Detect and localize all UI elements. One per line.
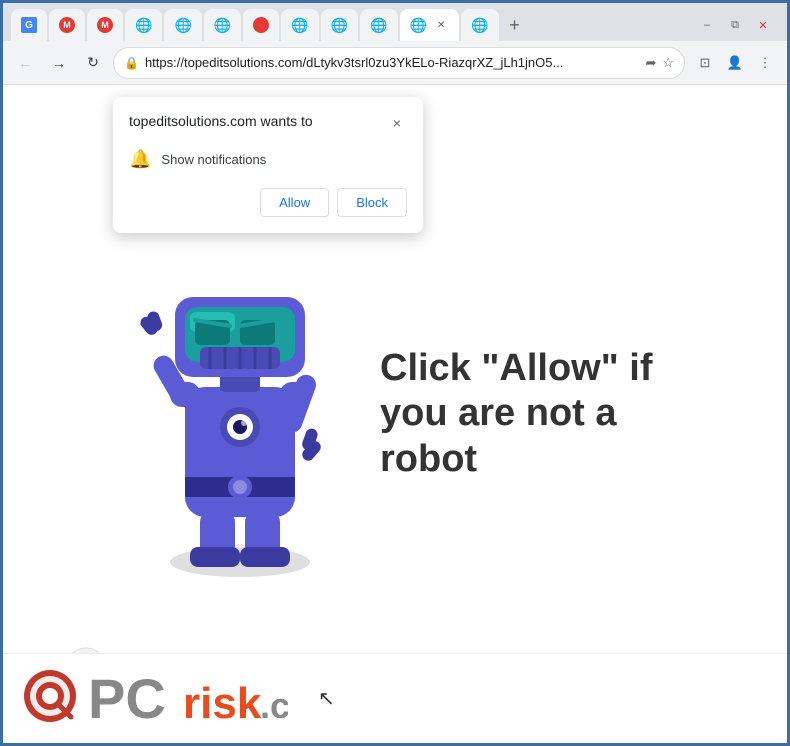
- share-icon[interactable]: ➦: [645, 55, 656, 71]
- bell-icon: 🔔: [129, 149, 151, 170]
- robot-container: Click "Allow" if you are not a robot: [130, 242, 660, 587]
- new-tab-button[interactable]: +: [501, 11, 529, 39]
- allow-button[interactable]: Allow: [260, 188, 329, 217]
- tab-red[interactable]: [243, 9, 279, 41]
- globe-icon-4: 🌐: [291, 17, 308, 34]
- tab-active[interactable]: 🌐 ✕: [400, 9, 459, 41]
- popup-buttons: Allow Block: [129, 188, 407, 217]
- forward-button[interactable]: →: [45, 49, 73, 77]
- tab-m2[interactable]: M: [87, 9, 123, 41]
- popup-permission-row: 🔔 Show notifications: [129, 145, 407, 174]
- pcrisk-footer: PC risk .com ↖: [3, 653, 787, 743]
- globe-icon-7: 🌐: [471, 17, 488, 34]
- globe-icon-5: 🌐: [331, 17, 348, 34]
- popup-close-button[interactable]: ×: [387, 113, 407, 133]
- popup-title: topeditsolutions.com wants to: [129, 113, 313, 129]
- tab-globe2[interactable]: 🌐: [164, 9, 201, 41]
- tab-globe6[interactable]: 🌐: [360, 9, 397, 41]
- url-text: https://topeditsolutions.com/dLtykv3tsrl…: [145, 55, 639, 70]
- tab-close-active[interactable]: ✕: [433, 17, 449, 33]
- tab-globe5[interactable]: 🌐: [321, 9, 358, 41]
- globe-icon-2: 🌐: [174, 17, 191, 34]
- captcha-text: Click "Allow" if you are not a robot: [380, 346, 660, 483]
- tab-google[interactable]: G: [11, 9, 47, 41]
- globe-icon-3: 🌐: [214, 17, 231, 34]
- cast-button[interactable]: ⊡: [691, 49, 719, 77]
- tab-globe4[interactable]: 🌐: [281, 9, 318, 41]
- page-content: topeditsolutions.com wants to × 🔔 Show n…: [3, 85, 787, 743]
- toolbar-icons: ⊡ 👤 ⋮: [691, 49, 779, 77]
- globe-icon-active: 🌐: [410, 17, 427, 34]
- notification-popup: topeditsolutions.com wants to × 🔔 Show n…: [113, 97, 423, 233]
- pcrisk-text: PC risk .com: [88, 666, 288, 731]
- tab-favicon: G: [21, 17, 37, 33]
- address-bar[interactable]: 🔒 https://topeditsolutions.com/dLtykv3ts…: [113, 47, 685, 79]
- menu-button[interactable]: ⋮: [751, 49, 779, 77]
- cursor-indicator: ↖: [318, 686, 335, 711]
- lock-icon: 🔒: [124, 56, 139, 70]
- browser-window: G M M 🌐 🌐 🌐 🌐 🌐 🌐 🌐: [3, 3, 787, 743]
- tab-favicon-m1: M: [59, 17, 75, 33]
- popup-header: topeditsolutions.com wants to ×: [129, 113, 407, 133]
- block-button[interactable]: Block: [337, 188, 407, 217]
- tab-m1[interactable]: M: [49, 9, 85, 41]
- svg-text:PC: PC: [88, 667, 166, 726]
- window-controls: – ⧉ ✕: [695, 13, 775, 41]
- tab-globe7[interactable]: 🌐: [461, 9, 498, 41]
- svg-text:risk: risk: [183, 679, 262, 726]
- globe-icon-1: 🌐: [135, 17, 152, 34]
- pcrisk-logo-icon: [23, 669, 78, 729]
- tab-bar: G M M 🌐 🌐 🌐 🌐 🌐 🌐 🌐: [3, 3, 787, 41]
- tab-globe3[interactable]: 🌐: [204, 9, 241, 41]
- toolbar: ← → ↻ 🔒 https://topeditsolutions.com/dLt…: [3, 41, 787, 85]
- tab-globe1[interactable]: 🌐: [125, 9, 162, 41]
- refresh-button[interactable]: ↻: [79, 49, 107, 77]
- back-button[interactable]: ←: [11, 49, 39, 77]
- globe-icon-6: 🌐: [370, 17, 387, 34]
- svg-text:.com: .com: [260, 685, 288, 726]
- tab-favicon-red: [253, 17, 269, 33]
- minimize-button[interactable]: –: [695, 13, 719, 37]
- permission-text: Show notifications: [161, 152, 266, 167]
- profile-button[interactable]: 👤: [721, 49, 749, 77]
- tab-favicon-m2: M: [97, 17, 113, 33]
- robot-image: [130, 242, 350, 587]
- bookmark-icon[interactable]: ☆: [662, 55, 674, 71]
- restore-button[interactable]: ⧉: [723, 13, 747, 37]
- close-button[interactable]: ✕: [751, 13, 775, 37]
